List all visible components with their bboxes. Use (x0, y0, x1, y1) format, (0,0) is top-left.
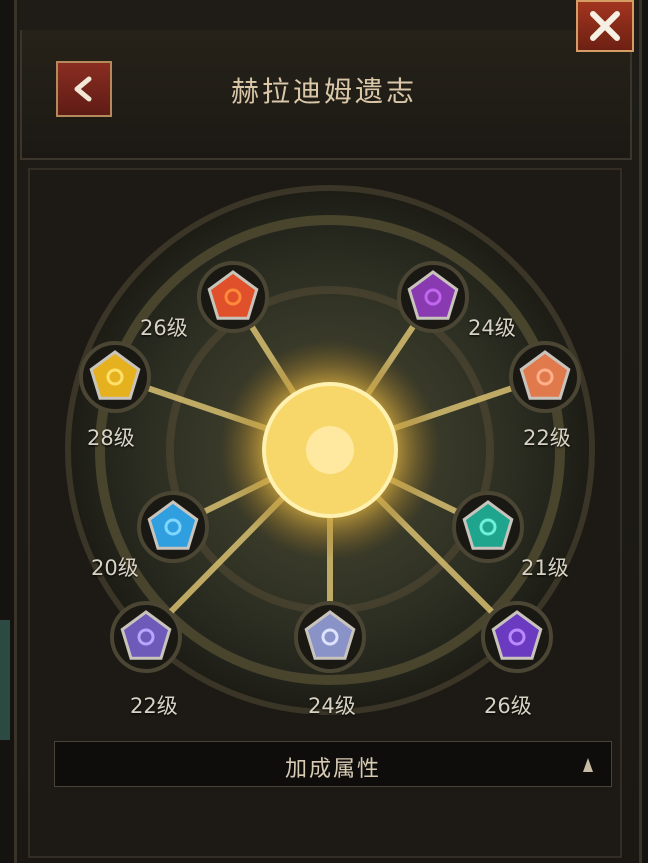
gem-level-2: 24级 (468, 316, 516, 340)
bonus-label: 加成属性 (284, 757, 381, 782)
gem-level-1: 26级 (140, 316, 188, 340)
gem-level-5: 20级 (91, 556, 139, 580)
arrow-up-icon (583, 758, 593, 772)
gem-level-3: 28级 (87, 426, 135, 450)
bonus-attributes-button[interactable]: 加成属性 (54, 741, 612, 787)
gem-level-8: 24级 (308, 694, 356, 718)
core-center (306, 426, 354, 474)
gem-level-9: 26级 (484, 694, 532, 718)
gem-level-7: 22级 (130, 694, 178, 718)
gem-level-4: 22级 (523, 426, 571, 450)
gem-level-6: 21级 (521, 556, 569, 580)
